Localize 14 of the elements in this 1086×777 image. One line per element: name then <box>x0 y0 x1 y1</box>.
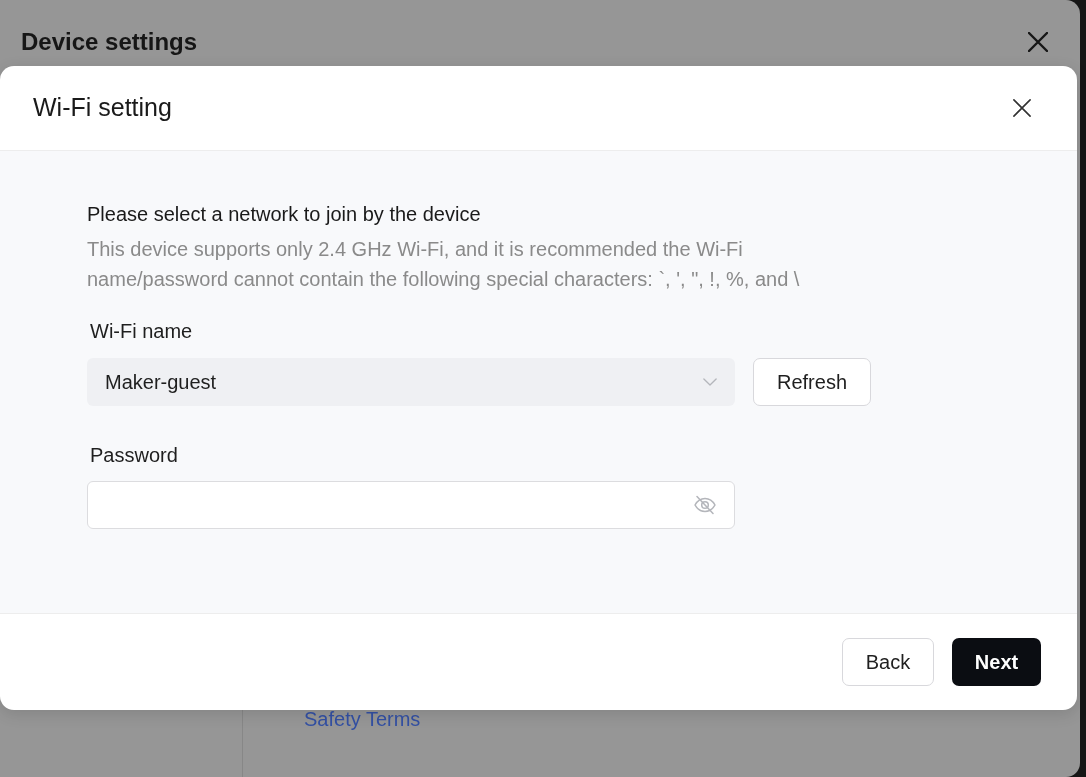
password-field[interactable] <box>87 481 735 529</box>
field-label: Wi-Fi name <box>90 319 193 344</box>
field-label: Password <box>90 443 178 468</box>
instruction-text: This device supports only 2.4 GHz Wi-Fi, and it is recommended the Wi-Fi name/password cannot contain the following special characters: `, ', ", !, %, and \ <box>87 237 801 292</box>
network-select[interactable]: Maker-guest <box>87 358 735 406</box>
close-icon[interactable] <box>1013 99 1031 117</box>
refresh-button[interactable]: Refresh <box>753 358 871 406</box>
dialog-title: Wi-Fi setting <box>33 92 172 124</box>
window-title: Device settings <box>21 27 198 57</box>
back-button[interactable]: Back <box>842 638 934 686</box>
chevron-down-icon <box>703 378 717 386</box>
close-icon[interactable] <box>1028 32 1048 52</box>
instruction-heading: Please select a network to join by the device <box>87 202 481 227</box>
next-button[interactable]: Next <box>952 638 1041 686</box>
